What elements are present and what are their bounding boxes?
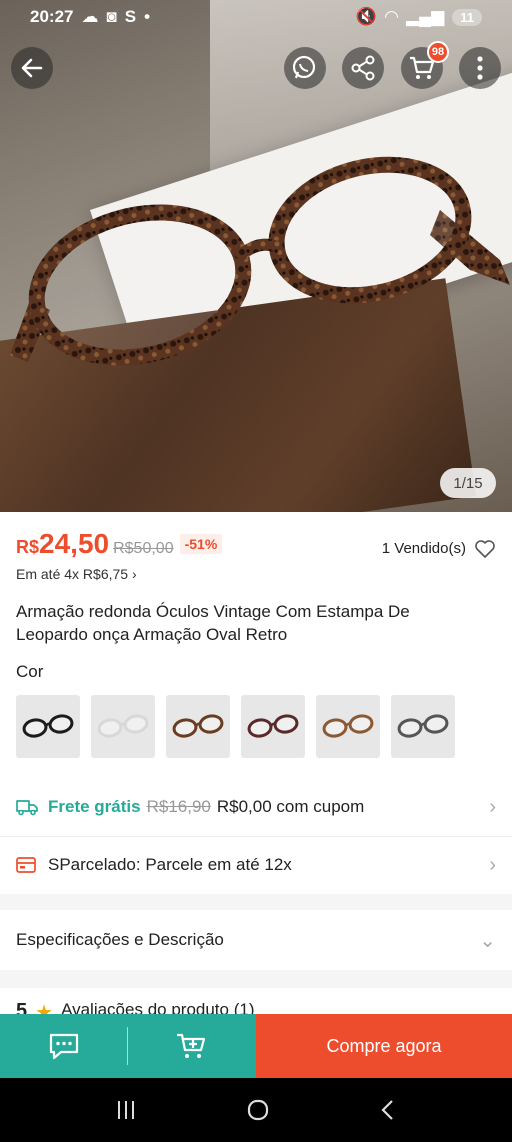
chevron-right-icon: › (489, 853, 496, 876)
whatsapp-icon (292, 55, 316, 79)
color-option-marrom[interactable] (316, 695, 380, 758)
wifi-icon: ◠ (384, 7, 399, 26)
glasses-icon (247, 713, 299, 738)
sold-count-wrap: 1 Vendido(s) (382, 539, 496, 559)
color-option-preto[interactable] (16, 695, 80, 758)
product-title: Armação redonda Óculos Vintage Com Estam… (16, 602, 410, 644)
dot-icon: • (144, 7, 151, 26)
current-price: 24,50 (39, 528, 110, 559)
share-button[interactable] (342, 47, 384, 89)
bottom-action-bar: Compre agora (0, 1014, 512, 1078)
color-option-cinza[interactable] (391, 695, 455, 758)
truck-icon (16, 800, 38, 816)
mute-icon: 🔇 (355, 7, 377, 26)
glasses-icon (397, 713, 449, 738)
color-option-transparente[interactable] (91, 695, 155, 758)
specs-label: Especificações e Descrição (16, 930, 224, 949)
more-options-button[interactable] (459, 47, 501, 89)
discount-badge: -51% (179, 534, 223, 554)
installment-row[interactable]: SParcelado: Parcele em até 12x › (0, 838, 512, 892)
s-app-icon: S (124, 7, 137, 26)
chat-icon (49, 1033, 79, 1060)
shipping-row[interactable]: Frete grátis R$16,90 R$0,00 com cupom › (0, 780, 512, 834)
system-nav-bar (0, 1078, 512, 1142)
buy-now-button[interactable]: Compre agora (256, 1014, 512, 1078)
arrow-left-icon (21, 58, 43, 78)
section-gap (0, 894, 512, 910)
shipping-old-price: R$16,90 (146, 797, 211, 816)
battery-indicator: 11 (452, 8, 482, 26)
installments-link[interactable]: Em até 4x R$6,75 › (16, 566, 137, 582)
glasses-icon (97, 713, 149, 738)
whatsapp-share-button[interactable] (284, 47, 326, 89)
status-time: 20:27 (30, 7, 74, 26)
back-nav-icon[interactable] (378, 1098, 398, 1122)
instagram-icon: ◙ (106, 7, 117, 26)
sold-count: 1 Vendido(s) (381, 540, 466, 557)
original-price: R$50,00 (113, 540, 174, 557)
chevron-down-icon: ⌄ (479, 929, 496, 952)
status-bar: 20:27 ☁ ◙ S • 🔇 ◠ ▂▄▆ 11 (0, 0, 512, 34)
add-cart-icon (177, 1033, 206, 1058)
chat-button[interactable] (0, 1014, 128, 1078)
signal-icon: ▂▄▆ (406, 7, 445, 26)
chevron-right-icon: › (489, 795, 496, 818)
divider (0, 836, 512, 837)
color-label: Cor (16, 662, 44, 681)
shipping-new-price: R$0,00 com cupom (216, 797, 365, 816)
glasses-icon (22, 713, 74, 738)
more-vertical-icon (477, 56, 483, 80)
glasses-illustration (10, 156, 510, 366)
cart-count-badge: 98 (427, 41, 449, 63)
cloud-icon: ☁ (81, 7, 99, 26)
credit-card-icon (16, 857, 36, 873)
color-swatches (16, 695, 455, 758)
home-icon[interactable] (246, 1098, 270, 1122)
specs-row[interactable]: Especificações e Descrição ⌄ (0, 912, 512, 968)
glasses-icon (172, 713, 224, 738)
glasses-icon (322, 713, 374, 738)
cart-button[interactable]: 98 (401, 41, 449, 89)
section-gap (0, 970, 512, 988)
price-currency: R$ (16, 537, 40, 557)
installment-label: SParcelado: Parcele em até 12x (48, 855, 292, 874)
share-icon (351, 55, 375, 81)
price-row: R$ 24,50 R$50,00 -51% 1 Vendido(s) (16, 528, 496, 560)
add-to-cart-button[interactable] (128, 1014, 256, 1078)
recent-apps-icon[interactable] (114, 1099, 138, 1121)
heart-icon[interactable] (474, 539, 496, 559)
color-option-vinho[interactable] (241, 695, 305, 758)
image-counter: 1/15 (440, 468, 496, 498)
back-button[interactable] (11, 47, 53, 89)
color-option-leopardo[interactable] (166, 695, 230, 758)
shipping-label: Frete grátis (48, 797, 141, 816)
